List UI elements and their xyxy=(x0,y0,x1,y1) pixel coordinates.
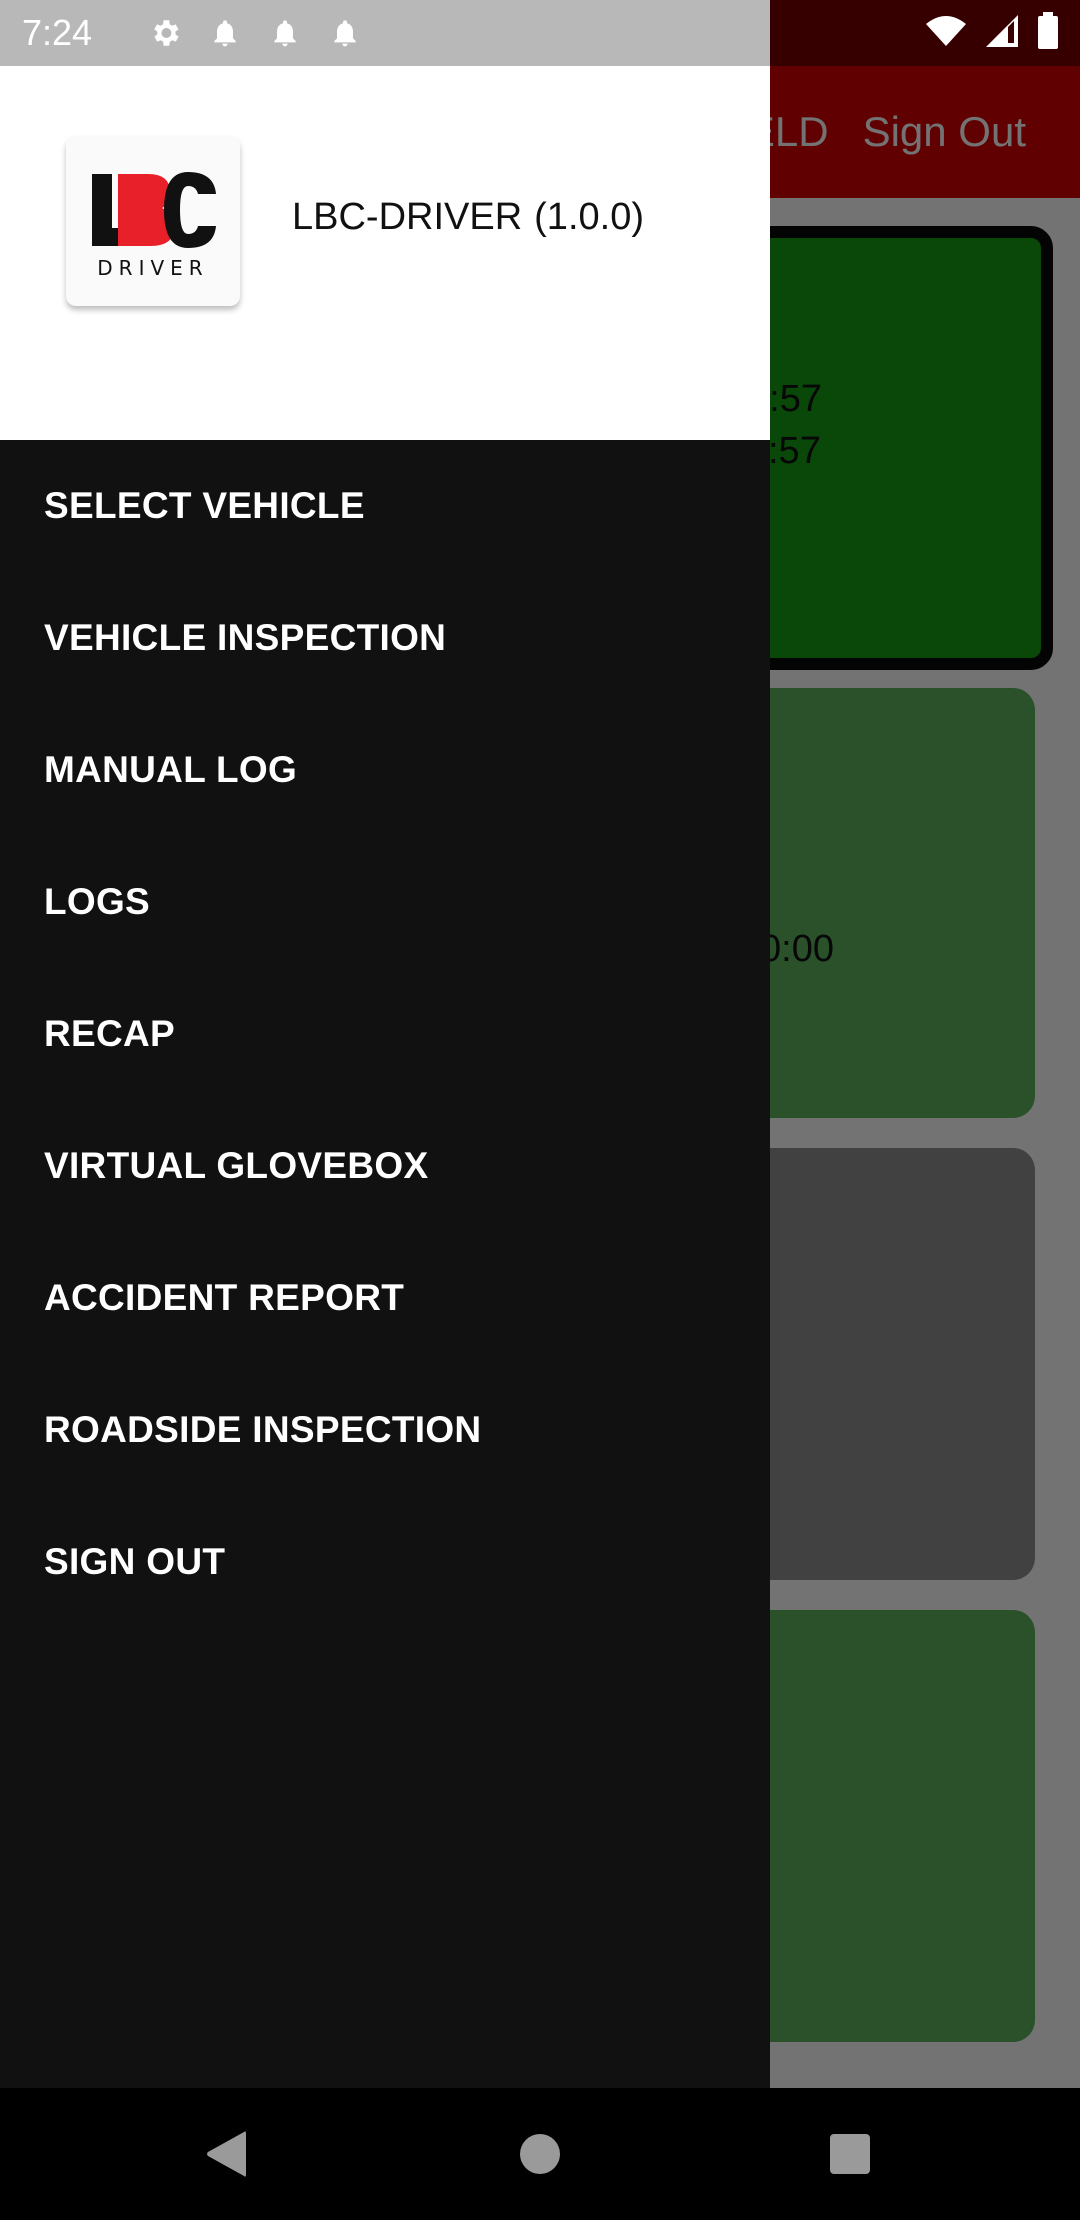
logo-subtitle: DRIVER xyxy=(97,256,208,280)
notification-bell-icon xyxy=(328,16,362,50)
app-version: (1.0.0) xyxy=(534,196,644,238)
navigation-drawer: DRIVER LBC-DRIVER (1.0.0) SELECT VEHICLE … xyxy=(0,66,770,2088)
menu-item-vehicle-inspection[interactable]: VEHICLE INSPECTION xyxy=(0,572,770,704)
menu-item-manual-log[interactable]: MANUAL LOG xyxy=(0,704,770,836)
notification-bell-icon xyxy=(208,16,242,50)
status-time: 7:24 xyxy=(22,12,93,53)
menu-item-select-vehicle[interactable]: SELECT VEHICLE xyxy=(0,440,770,572)
system-nav-bar xyxy=(0,2088,1080,2220)
app-title: LBC-DRIVER (1.0.0) xyxy=(292,196,644,239)
menu-item-label: LOGS xyxy=(44,881,151,922)
status-bar-left: 7:24 xyxy=(0,0,770,66)
menu-item-label: RECAP xyxy=(44,1013,176,1054)
menu-item-label: SIGN OUT xyxy=(44,1541,226,1582)
cellular-signal-icon xyxy=(984,13,1020,54)
wifi-icon xyxy=(924,14,968,53)
menu-item-recap[interactable]: RECAP xyxy=(0,968,770,1100)
back-icon xyxy=(207,2131,246,2177)
settings-icon xyxy=(148,16,182,50)
menu-item-label: ACCIDENT REPORT xyxy=(44,1277,405,1318)
app-name: LBC-DRIVER xyxy=(292,196,523,238)
recents-icon xyxy=(830,2134,870,2174)
back-button[interactable] xyxy=(166,2088,286,2220)
menu-item-label: SELECT VEHICLE xyxy=(44,485,365,526)
menu-item-accident-report[interactable]: ACCIDENT REPORT xyxy=(0,1232,770,1364)
menu-item-label: VEHICLE INSPECTION xyxy=(44,617,447,658)
home-button[interactable] xyxy=(480,2088,600,2220)
status-bar-right xyxy=(924,0,1060,66)
home-icon xyxy=(520,2134,560,2174)
menu-item-sign-out[interactable]: SIGN OUT xyxy=(0,1496,770,1628)
battery-icon xyxy=(1036,11,1060,55)
notification-bell-icon xyxy=(268,16,302,50)
status-bar: 7:24 xyxy=(0,0,1080,66)
menu-item-logs[interactable]: LOGS xyxy=(0,836,770,968)
menu-item-virtual-glovebox[interactable]: VIRTUAL GLOVEBOX xyxy=(0,1100,770,1232)
recents-button[interactable] xyxy=(790,2088,910,2220)
menu-item-label: VIRTUAL GLOVEBOX xyxy=(44,1145,429,1186)
app-logo: DRIVER xyxy=(66,136,240,306)
menu-item-roadside-inspection[interactable]: ROADSIDE INSPECTION xyxy=(0,1364,770,1496)
drawer-menu: SELECT VEHICLE VEHICLE INSPECTION MANUAL… xyxy=(0,440,770,1628)
menu-item-label: MANUAL LOG xyxy=(44,749,298,790)
drawer-header: DRIVER LBC-DRIVER (1.0.0) xyxy=(0,66,770,440)
menu-item-label: ROADSIDE INSPECTION xyxy=(44,1409,482,1450)
